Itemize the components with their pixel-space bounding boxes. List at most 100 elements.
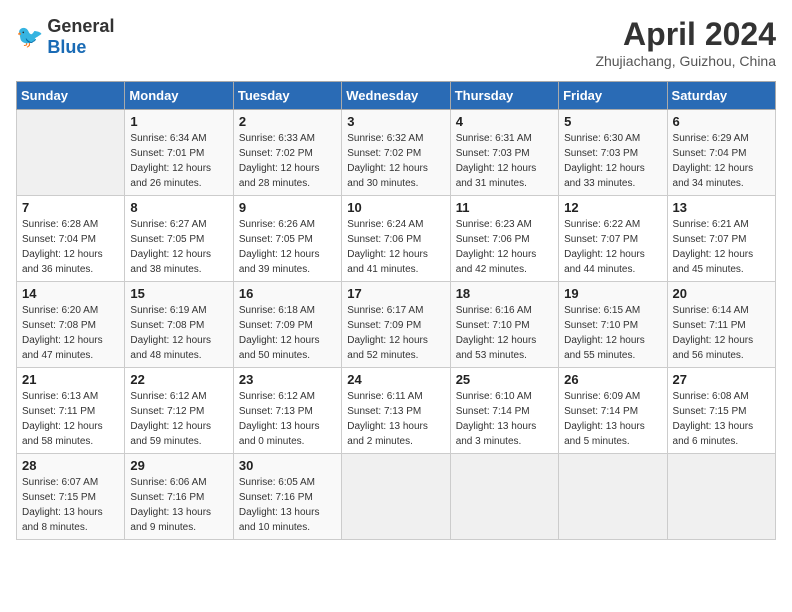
day-number: 27 xyxy=(673,372,770,387)
calendar-cell: 4 Sunrise: 6:31 AM Sunset: 7:03 PM Daylig… xyxy=(450,110,558,196)
day-number: 4 xyxy=(456,114,553,129)
calendar-cell: 13Sunrise: 6:21 AM Sunset: 7:07 PM Dayli… xyxy=(667,196,775,282)
calendar-cell: 24Sunrise: 6:11 AM Sunset: 7:13 PM Dayli… xyxy=(342,368,450,454)
calendar-cell: 5 Sunrise: 6:30 AM Sunset: 7:03 PM Daylig… xyxy=(559,110,667,196)
day-number: 23 xyxy=(239,372,336,387)
calendar-cell: 19 Sunrise: 6:15 AM Sunset: 7:10 PM Dayli… xyxy=(559,282,667,368)
day-number: 24 xyxy=(347,372,444,387)
day-number: 7 xyxy=(22,200,119,215)
day-info: Sunrise: 6:32 AM Sunset: 7:02 PM Dayligh… xyxy=(347,131,444,191)
day-number: 2 xyxy=(239,114,336,129)
calendar-week-2: 7 Sunrise: 6:28 AM Sunset: 7:04 PM Daylig… xyxy=(17,196,776,282)
day-info: Sunrise: 6:28 AM Sunset: 7:04 PM Dayligh… xyxy=(22,217,119,277)
day-number: 13 xyxy=(673,200,770,215)
calendar-cell: 10Sunrise: 6:24 AM Sunset: 7:06 PM Dayli… xyxy=(342,196,450,282)
calendar-cell: 28Sunrise: 6:07 AM Sunset: 7:15 PM Dayli… xyxy=(17,454,125,540)
calendar-cell: 11Sunrise: 6:23 AM Sunset: 7:06 PM Dayli… xyxy=(450,196,558,282)
day-info: Sunrise: 6:17 AM Sunset: 7:09 PM Dayligh… xyxy=(347,303,444,363)
weekday-header-saturday: Saturday xyxy=(667,82,775,110)
day-info: Sunrise: 6:27 AM Sunset: 7:05 PM Dayligh… xyxy=(130,217,227,277)
calendar-cell: 8Sunrise: 6:27 AM Sunset: 7:05 PM Daylig… xyxy=(125,196,233,282)
calendar-week-1: 1Sunrise: 6:34 AM Sunset: 7:01 PM Daylig… xyxy=(17,110,776,196)
weekday-header-wednesday: Wednesday xyxy=(342,82,450,110)
day-info: Sunrise: 6:13 AM Sunset: 7:11 PM Dayligh… xyxy=(22,389,119,449)
calendar-cell: 27 Sunrise: 6:08 AM Sunset: 7:15 PM Dayli… xyxy=(667,368,775,454)
calendar-cell: 23 Sunrise: 6:12 AM Sunset: 7:13 PM Dayli… xyxy=(233,368,341,454)
day-number: 19 xyxy=(564,286,661,301)
day-number: 16 xyxy=(239,286,336,301)
logo-bird-icon: 🐦 xyxy=(16,24,43,50)
calendar-body: 1Sunrise: 6:34 AM Sunset: 7:01 PM Daylig… xyxy=(17,110,776,540)
weekday-header-tuesday: Tuesday xyxy=(233,82,341,110)
calendar-cell: 21 Sunrise: 6:13 AM Sunset: 7:11 PM Dayli… xyxy=(17,368,125,454)
calendar-week-5: 28Sunrise: 6:07 AM Sunset: 7:15 PM Dayli… xyxy=(17,454,776,540)
calendar-cell: 29Sunrise: 6:06 AM Sunset: 7:16 PM Dayli… xyxy=(125,454,233,540)
day-info: Sunrise: 6:16 AM Sunset: 7:10 PM Dayligh… xyxy=(456,303,553,363)
day-info: Sunrise: 6:30 AM Sunset: 7:03 PM Dayligh… xyxy=(564,131,661,191)
calendar-cell: 25Sunrise: 6:10 AM Sunset: 7:14 PM Dayli… xyxy=(450,368,558,454)
weekday-header-thursday: Thursday xyxy=(450,82,558,110)
day-info: Sunrise: 6:06 AM Sunset: 7:16 PM Dayligh… xyxy=(130,475,227,535)
day-info: Sunrise: 6:26 AM Sunset: 7:05 PM Dayligh… xyxy=(239,217,336,277)
calendar-cell xyxy=(450,454,558,540)
day-info: Sunrise: 6:20 AM Sunset: 7:08 PM Dayligh… xyxy=(22,303,119,363)
calendar-cell: 15 Sunrise: 6:19 AM Sunset: 7:08 PM Dayli… xyxy=(125,282,233,368)
day-info: Sunrise: 6:05 AM Sunset: 7:16 PM Dayligh… xyxy=(239,475,336,535)
page-header: 🐦 General Blue April 2024 Zhujiachang, G… xyxy=(16,16,776,69)
day-info: Sunrise: 6:10 AM Sunset: 7:14 PM Dayligh… xyxy=(456,389,553,449)
day-info: Sunrise: 6:09 AM Sunset: 7:14 PM Dayligh… xyxy=(564,389,661,449)
day-info: Sunrise: 6:24 AM Sunset: 7:06 PM Dayligh… xyxy=(347,217,444,277)
day-info: Sunrise: 6:18 AM Sunset: 7:09 PM Dayligh… xyxy=(239,303,336,363)
day-number: 30 xyxy=(239,458,336,473)
day-number: 12 xyxy=(564,200,661,215)
day-info: Sunrise: 6:23 AM Sunset: 7:06 PM Dayligh… xyxy=(456,217,553,277)
weekday-header-friday: Friday xyxy=(559,82,667,110)
calendar-week-4: 21 Sunrise: 6:13 AM Sunset: 7:11 PM Dayli… xyxy=(17,368,776,454)
day-number: 22 xyxy=(130,372,227,387)
day-number: 17 xyxy=(347,286,444,301)
calendar-cell xyxy=(342,454,450,540)
day-info: Sunrise: 6:08 AM Sunset: 7:15 PM Dayligh… xyxy=(673,389,770,449)
calendar-cell: 9 Sunrise: 6:26 AM Sunset: 7:05 PM Daylig… xyxy=(233,196,341,282)
day-number: 26 xyxy=(564,372,661,387)
day-number: 20 xyxy=(673,286,770,301)
day-info: Sunrise: 6:22 AM Sunset: 7:07 PM Dayligh… xyxy=(564,217,661,277)
calendar-cell: 17 Sunrise: 6:17 AM Sunset: 7:09 PM Dayli… xyxy=(342,282,450,368)
logo: 🐦 General Blue xyxy=(16,16,114,58)
weekday-header-row: SundayMondayTuesdayWednesdayThursdayFrid… xyxy=(17,82,776,110)
day-number: 15 xyxy=(130,286,227,301)
calendar-cell: 16 Sunrise: 6:18 AM Sunset: 7:09 PM Dayli… xyxy=(233,282,341,368)
calendar-cell: 14 Sunrise: 6:20 AM Sunset: 7:08 PM Dayli… xyxy=(17,282,125,368)
day-info: Sunrise: 6:12 AM Sunset: 7:12 PM Dayligh… xyxy=(130,389,227,449)
day-number: 1 xyxy=(130,114,227,129)
day-number: 21 xyxy=(22,372,119,387)
day-number: 3 xyxy=(347,114,444,129)
day-info: Sunrise: 6:12 AM Sunset: 7:13 PM Dayligh… xyxy=(239,389,336,449)
weekday-header-sunday: Sunday xyxy=(17,82,125,110)
calendar-cell: 12 Sunrise: 6:22 AM Sunset: 7:07 PM Dayli… xyxy=(559,196,667,282)
day-info: Sunrise: 6:14 AM Sunset: 7:11 PM Dayligh… xyxy=(673,303,770,363)
day-number: 5 xyxy=(564,114,661,129)
calendar-cell: 30 Sunrise: 6:05 AM Sunset: 7:16 PM Dayli… xyxy=(233,454,341,540)
day-info: Sunrise: 6:31 AM Sunset: 7:03 PM Dayligh… xyxy=(456,131,553,191)
calendar-cell xyxy=(667,454,775,540)
location-text: Zhujiachang, Guizhou, China xyxy=(595,53,776,69)
day-number: 14 xyxy=(22,286,119,301)
logo-general: General xyxy=(47,16,114,36)
calendar-cell: 6Sunrise: 6:29 AM Sunset: 7:04 PM Daylig… xyxy=(667,110,775,196)
calendar-cell: 1Sunrise: 6:34 AM Sunset: 7:01 PM Daylig… xyxy=(125,110,233,196)
day-info: Sunrise: 6:29 AM Sunset: 7:04 PM Dayligh… xyxy=(673,131,770,191)
title-area: April 2024 Zhujiachang, Guizhou, China xyxy=(595,16,776,69)
calendar-cell: 2Sunrise: 6:33 AM Sunset: 7:02 PM Daylig… xyxy=(233,110,341,196)
weekday-header-monday: Monday xyxy=(125,82,233,110)
calendar-cell: 18Sunrise: 6:16 AM Sunset: 7:10 PM Dayli… xyxy=(450,282,558,368)
day-number: 9 xyxy=(239,200,336,215)
logo-blue: Blue xyxy=(47,37,86,57)
day-number: 28 xyxy=(22,458,119,473)
day-info: Sunrise: 6:15 AM Sunset: 7:10 PM Dayligh… xyxy=(564,303,661,363)
day-info: Sunrise: 6:19 AM Sunset: 7:08 PM Dayligh… xyxy=(130,303,227,363)
calendar-cell xyxy=(17,110,125,196)
calendar-cell: 20 Sunrise: 6:14 AM Sunset: 7:11 PM Dayli… xyxy=(667,282,775,368)
calendar-cell: 26 Sunrise: 6:09 AM Sunset: 7:14 PM Dayli… xyxy=(559,368,667,454)
calendar-cell: 7 Sunrise: 6:28 AM Sunset: 7:04 PM Daylig… xyxy=(17,196,125,282)
